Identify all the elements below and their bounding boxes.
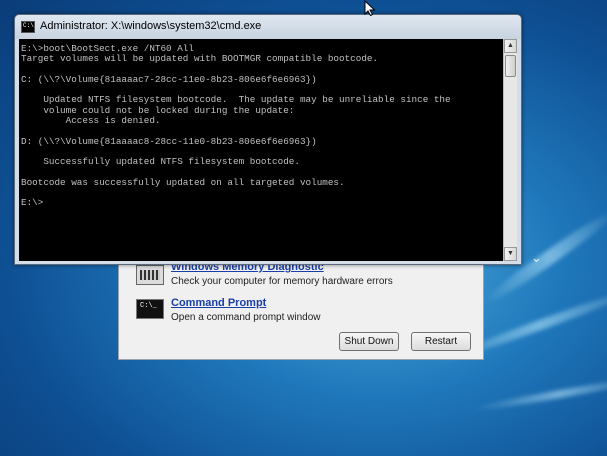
console-line: Access is denied. [21,115,161,127]
vertical-scrollbar[interactable]: ▲ ▼ [503,39,517,261]
console-output[interactable]: E:\>boot\BootSect.exe /NT60 All Target vo… [19,39,503,261]
cmd-window[interactable]: C:\ Administrator: X:\windows\system32\c… [14,14,522,265]
console-line: D: (\\?\Volume{81aaaac8-28cc-11e0-8b23-8… [21,135,317,147]
command-prompt-description: Open a command prompt window [171,312,321,323]
desktop-background: ⌄ Windows Memory Diagnostic Check your c… [0,0,607,456]
command-prompt-link[interactable]: Command Prompt [171,297,266,309]
cmd-window-title: Administrator: X:\windows\system32\cmd.e… [40,20,262,32]
cmd-window-icon: C:\ [21,21,35,33]
console-line: C: (\\?\Volume{81aaaac7-28cc-11e0-8b23-8… [21,73,317,85]
wallpaper-streak [470,374,607,414]
cmd-window-icon-label: C:\ [23,22,34,29]
console-text: E:\>boot\BootSect.exe /NT60 All Target vo… [19,39,503,209]
command-prompt-icon-label: C:\_ [140,302,157,310]
memory-chip-icon [136,265,164,285]
mouse-cursor-icon [364,0,376,16]
console-line: E:\> [21,197,44,209]
scroll-down-button[interactable]: ▼ [504,247,517,261]
shut-down-button[interactable]: Shut Down [339,332,399,351]
scroll-thumb[interactable] [505,55,516,77]
bird-icon: ⌄ [531,250,542,265]
scroll-up-button[interactable]: ▲ [504,39,517,53]
console-line: Successfully updated NTFS filesystem boo… [21,156,300,168]
cmd-title-bar[interactable]: C:\ Administrator: X:\windows\system32\c… [15,15,521,39]
console-line: Bootcode was successfully updated on all… [21,176,345,188]
memory-diagnostic-description: Check your computer for memory hardware … [171,276,393,287]
command-prompt-icon: C:\_ [136,299,164,319]
console-line: Target volumes will be updated with BOOT… [21,53,379,65]
restart-button[interactable]: Restart [411,332,471,351]
